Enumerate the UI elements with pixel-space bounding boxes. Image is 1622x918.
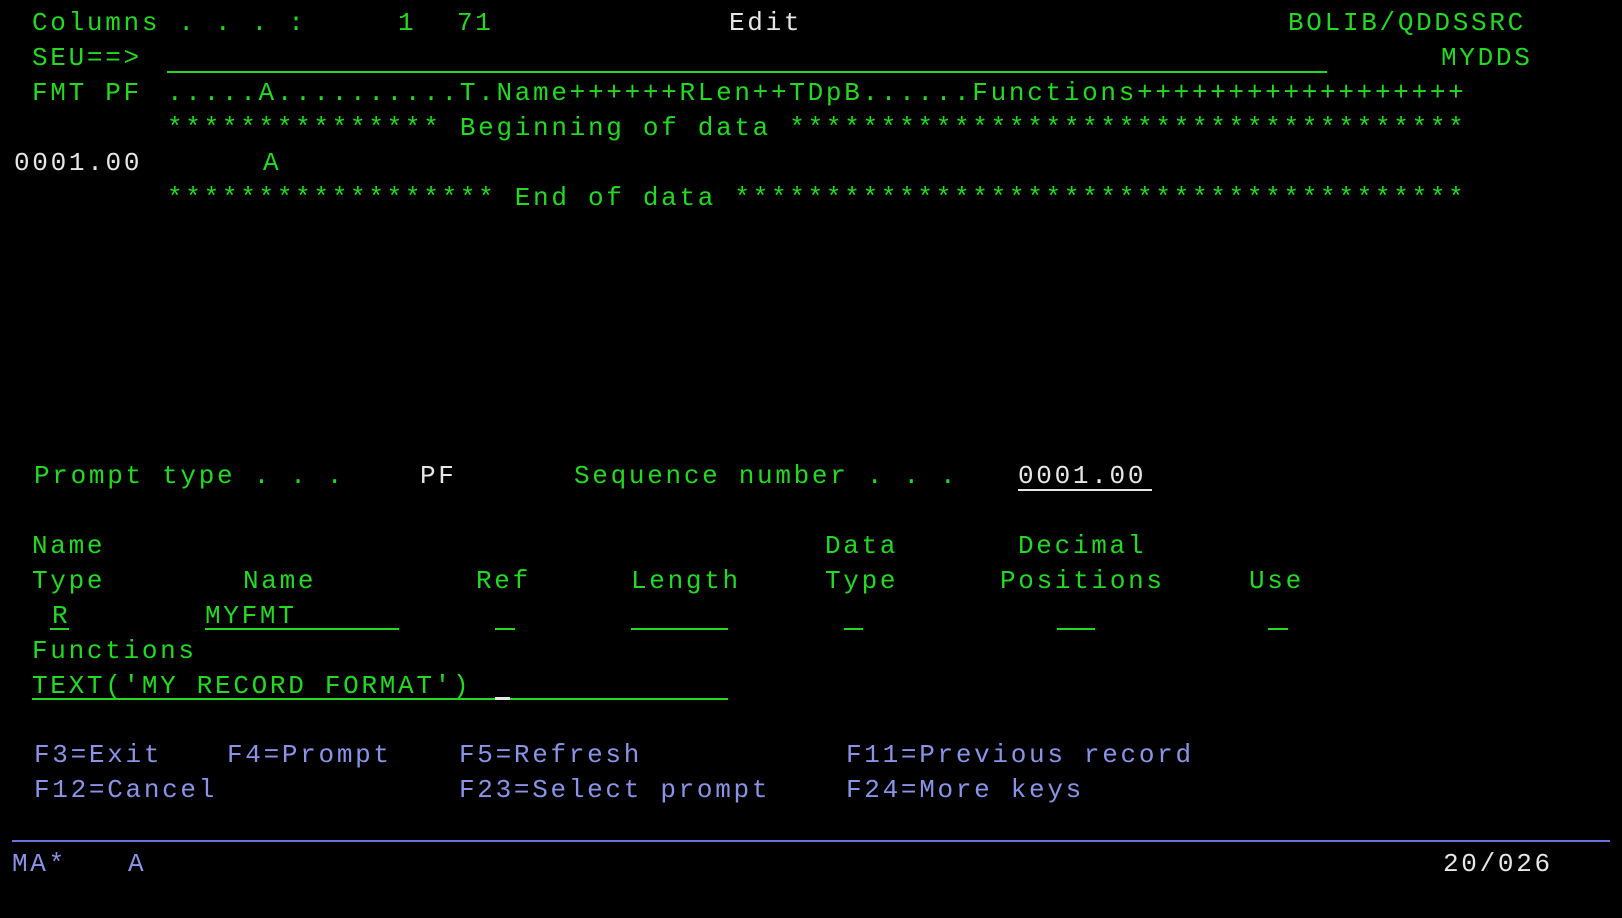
mode-title: Edit xyxy=(729,8,803,38)
prompt-type-label: Prompt type . . . xyxy=(34,461,346,491)
sequence-number-value[interactable]: 0001.00 xyxy=(1018,463,1146,489)
column-header-ref: Ref xyxy=(476,566,531,596)
sequence-number[interactable]: 0001.00 xyxy=(14,150,142,176)
sequence-number-label: Sequence number . . . xyxy=(574,461,959,491)
sequence-number-underline xyxy=(1018,489,1152,491)
f4-prompt-key[interactable]: F4=Prompt xyxy=(227,742,392,768)
columns-label: Columns . . . : xyxy=(32,8,307,38)
f3-exit-key[interactable]: F3=Exit xyxy=(34,742,162,768)
column-header-use: Use xyxy=(1249,566,1304,596)
functions-input[interactable]: TEXT('MY RECORD FORMAT') xyxy=(32,673,471,699)
name-type-input[interactable]: R xyxy=(52,603,70,629)
column-header-data-type-1: Data xyxy=(825,531,899,561)
column-header-data-type-2: Type xyxy=(825,566,899,596)
prompt-type-value: PF xyxy=(420,461,457,491)
seu-terminal-screen: { "header": { "columns_label": "Columns … xyxy=(0,0,1622,918)
column-header-length: Length xyxy=(631,566,741,596)
source-line-text[interactable]: A xyxy=(263,150,281,176)
text-cursor xyxy=(495,697,510,700)
columns-to: 71 xyxy=(457,8,494,38)
input-mode-indicator: A xyxy=(128,849,147,879)
end-of-data-marker: ****************** End of data *********… xyxy=(167,183,1467,213)
status-bar-divider xyxy=(12,840,1610,842)
columns-from: 1 xyxy=(398,8,417,38)
beginning-of-data-marker: *************** Beginning of data ******… xyxy=(167,113,1467,143)
functions-label: Functions xyxy=(32,636,197,666)
column-header-name: Name xyxy=(243,566,317,596)
name-type-underline xyxy=(50,628,69,630)
f24-more-keys-key[interactable]: F24=More keys xyxy=(846,777,1084,803)
member-name: MYDDS xyxy=(1441,43,1533,73)
f11-previous-record-key[interactable]: F11=Previous record xyxy=(846,742,1194,768)
format-ruler: .....A..........T.Name++++++RLen++TDpB..… xyxy=(167,78,1467,108)
decimal-positions-underline xyxy=(1057,628,1095,630)
source-file-name: BOLIB/QDDSSRC xyxy=(1288,8,1526,38)
data-type-underline xyxy=(844,628,863,630)
f5-refresh-key[interactable]: F5=Refresh xyxy=(459,742,642,768)
column-header-decimal-2: Positions xyxy=(1000,566,1165,596)
name-input[interactable]: MYFMT xyxy=(205,603,297,629)
format-label: FMT PF xyxy=(32,78,142,108)
session-indicator: MA* xyxy=(12,849,67,879)
ref-underline xyxy=(495,628,515,630)
cursor-position: 20/026 xyxy=(1443,849,1553,879)
use-underline xyxy=(1268,628,1288,630)
f12-cancel-key[interactable]: F12=Cancel xyxy=(34,777,217,803)
command-label: SEU==> xyxy=(32,43,142,73)
f23-select-prompt-key[interactable]: F23=Select prompt xyxy=(459,777,770,803)
command-input[interactable] xyxy=(167,71,1327,73)
name-underline xyxy=(205,628,399,630)
column-header-name-type-2: Type xyxy=(32,566,106,596)
column-header-decimal-1: Decimal xyxy=(1018,531,1147,561)
functions-underline xyxy=(32,698,728,700)
length-underline xyxy=(631,628,728,630)
column-header-name-type-1: Name xyxy=(32,531,106,561)
